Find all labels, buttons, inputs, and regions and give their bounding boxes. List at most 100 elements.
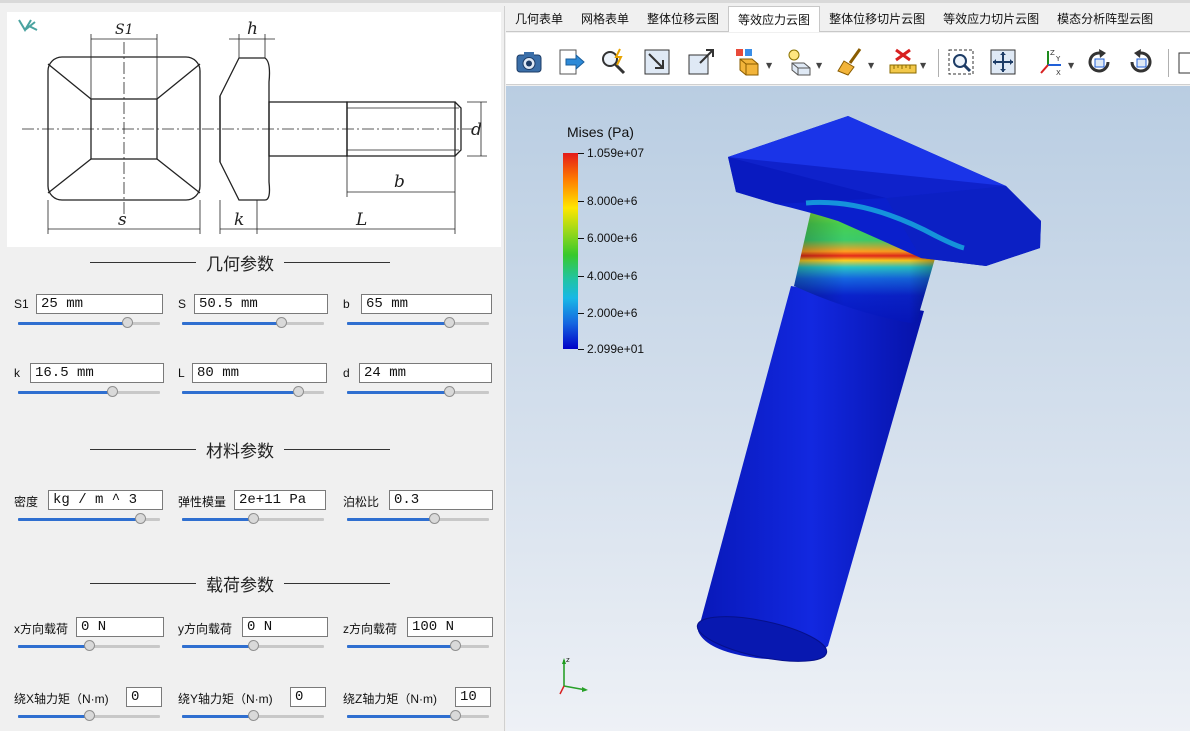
slider-thumb[interactable] xyxy=(248,710,259,721)
param-input[interactable]: 2e+11 Pa xyxy=(234,490,326,510)
ruler-icon[interactable] xyxy=(888,47,918,77)
material-section-title: 材料参数 xyxy=(90,437,390,462)
param-slider[interactable] xyxy=(182,710,324,721)
3d-viewport[interactable]: Mises (Pa) 1.059e+07 8.000e+6 6.000e+6 4.00… xyxy=(506,86,1190,731)
slider-thumb[interactable] xyxy=(84,710,95,721)
param-input[interactable]: 0.3 xyxy=(389,490,493,510)
legend-tick-label: 8.000e+6 xyxy=(587,194,638,209)
render-mode-dropdown-icon[interactable]: ▼ xyxy=(816,61,822,70)
zoom-box-icon[interactable] xyxy=(946,47,976,77)
ruler-dropdown-icon[interactable]: ▼ xyxy=(920,61,926,70)
param-slider[interactable] xyxy=(182,640,324,651)
tab-6[interactable]: 模态分析阵型云图 xyxy=(1048,6,1162,32)
param-slider[interactable] xyxy=(347,710,489,721)
param-slider[interactable] xyxy=(347,386,489,397)
tab-0[interactable]: 几何表单 xyxy=(506,6,572,32)
slider-thumb[interactable] xyxy=(449,640,461,651)
tab-4[interactable]: 整体位移切片云图 xyxy=(820,6,934,32)
slider-thumb[interactable] xyxy=(248,513,259,524)
display-mode-icon[interactable] xyxy=(734,47,764,77)
slider-fill xyxy=(347,391,450,394)
dim-k-label: k xyxy=(234,210,244,230)
param-slider[interactable] xyxy=(182,513,324,524)
slider-thumb[interactable] xyxy=(444,386,456,397)
clear-dropdown-icon[interactable]: ▼ xyxy=(868,61,874,70)
param-geometry-0: S1 25 mm xyxy=(14,294,174,334)
slider-thumb[interactable] xyxy=(428,513,440,524)
tab-3[interactable]: 等效应力云图 xyxy=(728,6,821,32)
slider-fill xyxy=(182,645,253,648)
slider-thumb[interactable] xyxy=(135,513,147,524)
tab-2[interactable]: 整体位移云图 xyxy=(638,6,728,32)
probe-icon[interactable] xyxy=(598,47,628,77)
param-input[interactable]: 0 xyxy=(290,687,326,707)
parameter-panel: S1 h d b s k L 几何参数 材料参数 载荷参数 S1 25 mm S 50… xyxy=(0,6,505,731)
slider-thumb[interactable] xyxy=(276,317,288,328)
param-slider[interactable] xyxy=(18,386,160,397)
dim-s-label: s xyxy=(118,210,127,230)
load-section-text: 载荷参数 xyxy=(206,575,274,596)
param-slider[interactable] xyxy=(18,640,160,651)
slider-thumb[interactable] xyxy=(449,710,461,721)
param-input[interactable]: 50.5 mm xyxy=(194,294,328,314)
param-input[interactable]: 65 mm xyxy=(361,294,492,314)
slider-thumb[interactable] xyxy=(84,640,95,651)
slider-thumb[interactable] xyxy=(248,640,259,651)
load-section-title: 载荷参数 xyxy=(90,571,390,596)
param-slider[interactable] xyxy=(347,640,489,651)
slider-fill xyxy=(182,322,282,325)
rotate-ccw-icon[interactable] xyxy=(1126,47,1156,77)
param-input[interactable]: 10 xyxy=(455,687,491,707)
param-slider[interactable] xyxy=(182,386,324,397)
param-input[interactable]: 0 xyxy=(126,687,162,707)
param-label: d xyxy=(343,366,350,380)
toolbar-separator xyxy=(938,49,939,77)
app-window: S1 h d b s k L 几何参数 材料参数 载荷参数 S1 25 mm S 50… xyxy=(0,0,1190,731)
legend-tick-mark xyxy=(578,238,584,240)
axes-dropdown-icon[interactable]: ▼ xyxy=(1068,61,1074,70)
slider-thumb[interactable] xyxy=(293,386,305,397)
param-load-0: x方向载荷 0 N xyxy=(14,617,174,657)
param-slider[interactable] xyxy=(182,317,324,328)
view-toolbar: ▼ ▼ ▼ ▼ ZYX ▼ xyxy=(506,33,1190,85)
param-slider[interactable] xyxy=(347,513,489,524)
result-panel: 几何表单 网格表单 整体位移云图 等效应力云图 整体位移切片云图 等效应力切片云图 模态分析… xyxy=(506,6,1190,731)
legend-tick-label: 4.000e+6 xyxy=(587,268,638,283)
param-slider[interactable] xyxy=(347,317,489,328)
render-mode-icon[interactable] xyxy=(784,47,814,77)
display-mode-dropdown-icon[interactable]: ▼ xyxy=(766,61,772,70)
clear-icon[interactable] xyxy=(836,47,866,77)
svg-text:X: X xyxy=(1056,69,1061,77)
legend-colorbar xyxy=(563,153,578,349)
pan-icon[interactable] xyxy=(988,47,1018,77)
param-input[interactable]: 80 mm xyxy=(192,363,327,383)
param-input[interactable]: 0 N xyxy=(242,617,328,637)
more-tools-icon[interactable] xyxy=(1176,47,1190,77)
param-slider[interactable] xyxy=(18,513,160,524)
slider-fill xyxy=(347,518,434,521)
slider-fill xyxy=(347,715,455,718)
tab-1[interactable]: 网格表单 xyxy=(572,6,638,32)
param-input[interactable]: kg / m ^ 3 xyxy=(48,490,163,510)
tab-5[interactable]: 等效应力切片云图 xyxy=(934,6,1048,32)
legend-tick-label: 2.099e+01 xyxy=(587,342,645,356)
bolt-stress-model[interactable] xyxy=(506,86,1190,731)
param-input[interactable]: 0 N xyxy=(76,617,164,637)
param-input[interactable]: 16.5 mm xyxy=(30,363,164,383)
slider-thumb[interactable] xyxy=(106,386,118,397)
camera-icon[interactable] xyxy=(514,47,544,77)
param-input[interactable]: 24 mm xyxy=(359,363,492,383)
legend-tick-mark xyxy=(578,275,584,277)
rotate-cw-icon[interactable] xyxy=(1084,47,1114,77)
param-geometry-4: L 80 mm xyxy=(178,363,338,403)
param-slider[interactable] xyxy=(18,710,160,721)
fit-view-icon[interactable] xyxy=(642,47,672,77)
param-input[interactable]: 25 mm xyxy=(36,294,163,314)
reset-view-icon[interactable] xyxy=(686,47,716,77)
param-input[interactable]: 100 N xyxy=(407,617,493,637)
slider-thumb[interactable] xyxy=(444,317,456,328)
param-slider[interactable] xyxy=(18,317,160,328)
axes-orient-icon[interactable]: ZYX xyxy=(1036,47,1066,77)
slider-thumb[interactable] xyxy=(122,317,134,328)
export-icon[interactable] xyxy=(556,47,586,77)
